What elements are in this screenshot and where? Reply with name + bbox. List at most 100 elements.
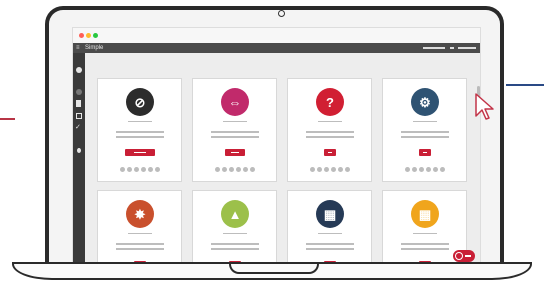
flag-icon: ⇔ [221, 88, 249, 116]
share-icon[interactable] [119, 167, 125, 172]
like-icon[interactable] [323, 167, 329, 172]
menu-icon[interactable]: ≡ [76, 44, 80, 52]
maximize-window-dot[interactable] [93, 33, 98, 38]
card-title-line [401, 243, 449, 245]
heart-icon[interactable] [140, 167, 146, 172]
sidebar: ✓ [73, 53, 85, 267]
like-icon[interactable] [418, 167, 424, 172]
comment-icon[interactable] [126, 167, 132, 172]
appbar-placeholder-line [423, 47, 445, 49]
heart-icon[interactable] [235, 167, 241, 172]
card-glyph: ⊘ [134, 94, 146, 110]
card[interactable]: ⇔ [192, 78, 277, 182]
like-icon[interactable] [133, 167, 139, 172]
home-icon[interactable] [76, 67, 82, 73]
plus-icon[interactable] [439, 167, 445, 172]
card-title-line [116, 131, 164, 133]
comment-icon[interactable] [221, 167, 227, 172]
card-title-line [116, 136, 164, 138]
card-title-line [211, 243, 259, 245]
card-share-row [193, 167, 276, 172]
cow-icon: ▲ [221, 200, 249, 228]
card-title-line [211, 131, 259, 133]
bookmark-icon[interactable] [242, 167, 248, 172]
card-title-line [306, 243, 354, 245]
camera-icon [278, 10, 285, 17]
laptop-notch [229, 264, 319, 274]
plus-icon[interactable] [344, 167, 350, 172]
card-subtitle-line [318, 121, 342, 122]
window-chrome [73, 28, 480, 43]
card-title-line [401, 248, 449, 250]
card-glyph: ⚙ [419, 94, 431, 110]
card[interactable]: ▲ [192, 190, 277, 267]
card-glyph: ▦ [418, 206, 432, 222]
no-leaf-icon: ⊘ [126, 88, 154, 116]
right-accent-line [506, 84, 544, 86]
card-share-row [383, 167, 466, 172]
check-icon[interactable]: ✓ [75, 124, 83, 131]
card-subtitle-line [413, 121, 437, 122]
card-subtitle-line [223, 121, 247, 122]
card-glyph: ▦ [323, 206, 337, 222]
close-window-dot[interactable] [79, 33, 84, 38]
heart-icon[interactable] [425, 167, 431, 172]
grid-icon[interactable] [76, 113, 82, 119]
card-grid: ⊘ ⇔ ? ⚙ ✸ ▲ ▦ ▦ [85, 53, 480, 267]
card[interactable]: ✸ [97, 190, 182, 267]
heart-icon[interactable] [330, 167, 336, 172]
bookmark-icon[interactable] [337, 167, 343, 172]
plus-icon[interactable] [249, 167, 255, 172]
toggle-switch[interactable] [453, 250, 475, 262]
card-action-button[interactable] [225, 149, 245, 156]
card-glyph: ▲ [228, 206, 242, 222]
toggle-knob [455, 252, 463, 260]
share-icon[interactable] [214, 167, 220, 172]
gear-icon: ⚙ [411, 88, 439, 116]
toggle-dash [465, 255, 471, 257]
card-subtitle-line [223, 233, 247, 234]
page-icon[interactable] [76, 100, 81, 107]
card-share-row [98, 167, 181, 172]
card-title-line [211, 248, 259, 250]
card-subtitle-line [128, 233, 152, 234]
card-action-button[interactable] [324, 149, 336, 156]
user-icon[interactable] [77, 148, 81, 153]
share-icon[interactable] [404, 167, 410, 172]
like-icon[interactable] [228, 167, 234, 172]
card-share-row [288, 167, 371, 172]
question-icon: ? [316, 88, 344, 116]
appbar-placeholder-line [458, 47, 476, 49]
card-title-line [306, 131, 354, 133]
laptop-screen: ≡ Simple ✓ ⊘ ⇔ ? ⚙ ✸ ▲ ▦ ▦ [72, 27, 481, 268]
card-subtitle-line [318, 233, 342, 234]
card-title-line [116, 248, 164, 250]
bookmark-icon[interactable] [147, 167, 153, 172]
card-title-line [401, 131, 449, 133]
comment-icon[interactable] [316, 167, 322, 172]
plus-icon[interactable] [154, 167, 160, 172]
card[interactable]: ⚙ [382, 78, 467, 182]
card[interactable]: ? [287, 78, 372, 182]
bookmark-icon[interactable] [432, 167, 438, 172]
clock-icon[interactable] [76, 89, 82, 95]
card[interactable]: ⊘ [97, 78, 182, 182]
card-action-button[interactable] [419, 149, 431, 156]
blocks-icon: ▦ [411, 200, 439, 228]
app-bar: ≡ Simple [73, 43, 480, 53]
minimize-window-dot[interactable] [86, 33, 91, 38]
share-icon[interactable] [309, 167, 315, 172]
card-title-line [211, 136, 259, 138]
card-title-line [116, 243, 164, 245]
card-glyph: ✸ [134, 206, 146, 222]
card[interactable]: ▦ [287, 190, 372, 267]
cursor-arrow-icon [475, 93, 494, 120]
comment-icon[interactable] [411, 167, 417, 172]
card-action-button[interactable] [125, 149, 155, 156]
app-title: Simple [85, 45, 104, 51]
appbar-placeholder-line [450, 47, 454, 49]
grid-color-icon: ▦ [316, 200, 344, 228]
card-glyph: ⇔ [228, 94, 242, 110]
card-subtitle-line [128, 121, 152, 122]
card-glyph: ? [326, 94, 334, 110]
